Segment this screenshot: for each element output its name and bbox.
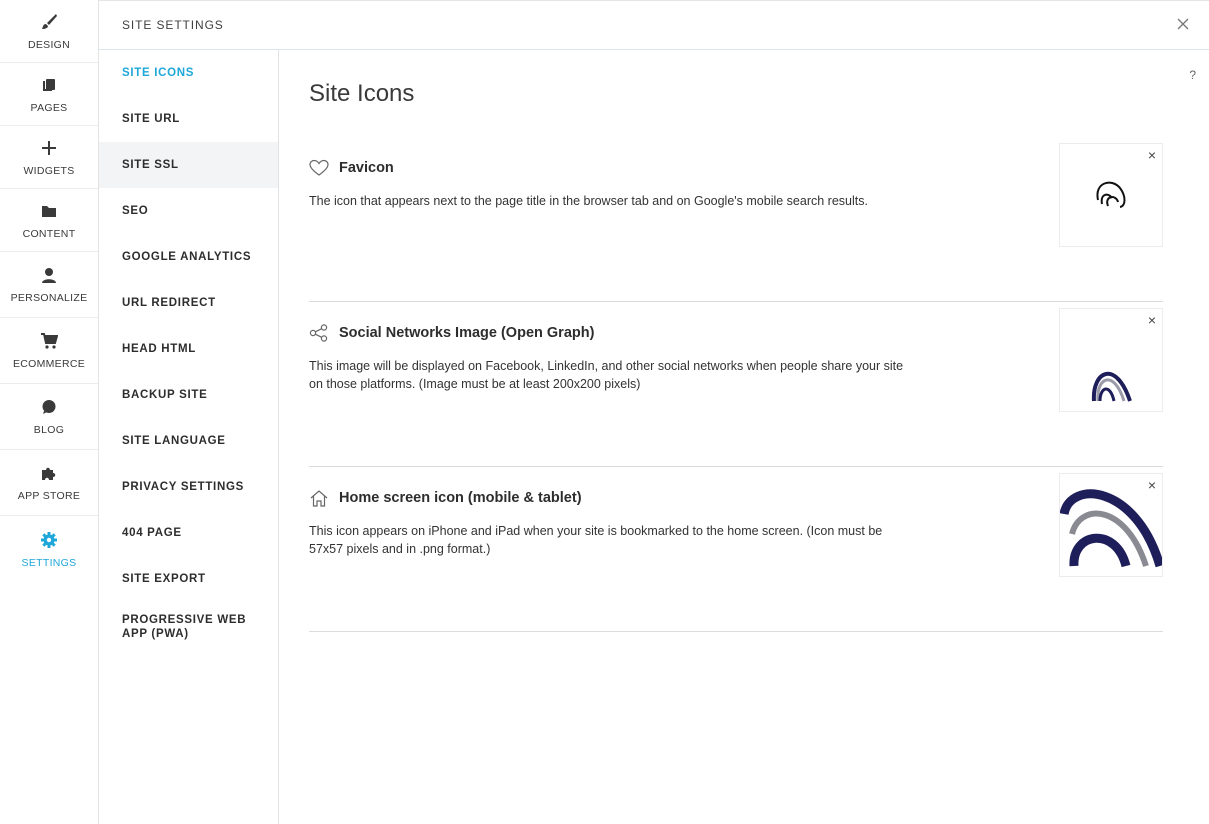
cart-icon [39,331,59,351]
settings-nav-privacy-settings[interactable]: PRIVACY SETTINGS [99,464,278,510]
settings-nav-google-analytics[interactable]: GOOGLE ANALYTICS [99,234,278,280]
rail-item-design[interactable]: DESIGN [0,0,98,63]
person-icon [39,265,59,285]
favicon-section: Favicon The icon that appears next to th… [309,137,1163,302]
home-screen-icon-title: Home screen icon (mobile & tablet) [339,490,582,506]
rail-item-personalize[interactable]: PERSONALIZE [0,252,98,318]
remove-open-graph-button[interactable]: × [1148,312,1156,328]
remove-home-screen-icon-button[interactable]: × [1148,477,1156,493]
open-graph-section: Social Networks Image (Open Graph) This … [309,302,1163,467]
close-icon[interactable] [1175,16,1191,32]
main-sidebar: DESIGN PAGES WIDGETS CONTENT PERSONALIZE… [0,0,99,824]
favicon-description: The icon that appears next to the page t… [309,194,868,208]
pages-icon [39,75,59,95]
settings-nav-404-page[interactable]: 404 PAGE [99,510,278,556]
rail-item-pages[interactable]: PAGES [0,63,98,126]
home-screen-icon-description: This icon appears on iPhone and iPad whe… [309,524,883,556]
folder-icon [39,201,59,221]
settings-nav-head-html[interactable]: HEAD HTML [99,326,278,372]
main-content: ? Site Icons Favicon The icon that appea… [279,50,1209,824]
heart-icon [309,158,329,178]
home-icon [309,488,329,508]
rail-item-settings[interactable]: SETTINGS [0,516,98,582]
page-title: SITE SETTINGS [122,18,224,32]
rail-item-label: WIDGETS [23,164,75,177]
home-screen-icon-section: Home screen icon (mobile & tablet) This … [309,467,1163,632]
settings-nav-site-ssl[interactable]: SITE SSL [99,142,278,188]
rail-item-label: ECOMMERCE [12,358,86,370]
settings-nav-site-export[interactable]: SITE EXPORT [99,556,278,602]
rail-item-app-store[interactable]: APP STORE [0,450,98,516]
rail-item-label: DESIGN [27,38,71,51]
rail-item-ecommerce[interactable]: ECOMMERCE [0,318,98,384]
puzzle-icon [39,463,59,483]
section-heading: Site Icons [309,80,415,107]
settings-header: SITE SETTINGS [99,0,1209,50]
rail-item-label: CONTENT [22,227,76,240]
open-graph-description: This image will be displayed on Facebook… [309,359,904,391]
plus-icon [39,138,59,158]
home-screen-icon-preview[interactable]: × [1059,473,1163,577]
rail-item-label: PAGES [30,101,68,114]
rail-item-content[interactable]: CONTENT [0,189,98,252]
rail-item-blog[interactable]: BLOG [0,384,98,450]
settings-nav-seo[interactable]: SEO [99,188,278,234]
rail-item-label: BLOG [33,424,65,436]
settings-nav-url-redirect[interactable]: URL REDIRECT [99,280,278,326]
rail-item-widgets[interactable]: WIDGETS [0,126,98,189]
rail-item-label: APP STORE [17,490,81,502]
brush-icon [39,12,59,32]
settings-nav-backup-site[interactable]: BACKUP SITE [99,372,278,418]
rail-item-label: PERSONALIZE [10,292,88,304]
open-graph-title: Social Networks Image (Open Graph) [339,325,595,341]
gear-icon [39,530,59,550]
favicon-preview[interactable]: × [1059,143,1163,247]
share-icon [309,323,329,343]
remove-favicon-button[interactable]: × [1148,147,1156,163]
chat-bubble-icon [39,397,59,417]
settings-nav-pwa[interactable]: PROGRESSIVE WEB APP (PWA) [99,602,249,662]
rail-item-label: SETTINGS [21,556,77,569]
settings-nav-site-language[interactable]: SITE LANGUAGE [99,418,278,464]
help-icon[interactable]: ? [1189,68,1196,82]
favicon-title: Favicon [339,160,394,176]
settings-nav-site-url[interactable]: SITE URL [99,96,278,142]
settings-nav-site-icons[interactable]: SITE ICONS [99,50,278,96]
open-graph-preview[interactable]: × [1059,308,1163,412]
settings-nav: SITE ICONS SITE URL SITE SSL SEO GOOGLE … [99,50,279,824]
